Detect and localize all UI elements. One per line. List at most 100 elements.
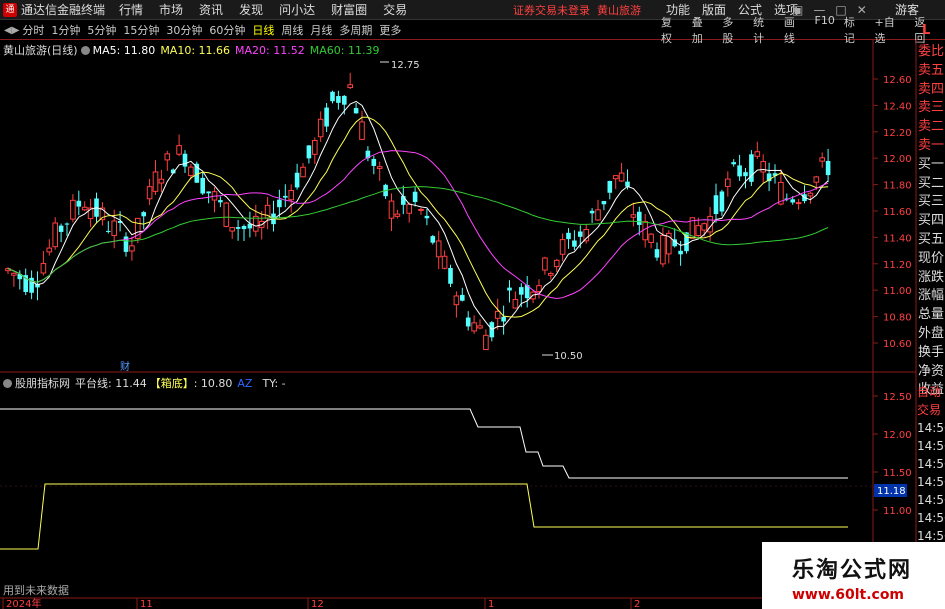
- candle-body-down: [58, 225, 64, 232]
- candle-body-up: [695, 225, 702, 237]
- indicator-value-box: 11.18: [874, 484, 907, 497]
- sidetab-item[interactable]: 涨幅: [917, 287, 945, 306]
- sidetab-item[interactable]: 涨跌: [917, 269, 945, 288]
- future-data-note: 用到未来数据: [3, 584, 69, 597]
- sidetab-item[interactable]: 卖二: [917, 118, 945, 137]
- candle-body-down: [235, 227, 241, 229]
- sidetab-item[interactable]: 卖一: [917, 137, 945, 156]
- candle-body-down: [294, 172, 300, 188]
- candle-body-down: [572, 240, 577, 247]
- candle-body-down: [277, 199, 282, 208]
- candle-body-up: [129, 245, 135, 252]
- sidetab-item[interactable]: 外盘: [917, 325, 945, 344]
- sidetab-item[interactable]: 卖三: [917, 99, 945, 118]
- candle-body-up: [648, 233, 654, 243]
- finance-event-marker[interactable]: 财: [120, 360, 130, 373]
- sidetab-item[interactable]: 总量: [917, 306, 945, 325]
- candle-body-up: [542, 257, 548, 271]
- candle-body-up: [813, 176, 820, 183]
- box-top-line: [0, 408, 848, 479]
- candle-body-up: [418, 208, 424, 211]
- candle-body-down: [76, 200, 82, 207]
- candle-body-down: [448, 267, 453, 284]
- candle-body-down: [306, 145, 312, 159]
- chart-frame: [0, 40, 917, 609]
- candle-body-down: [106, 230, 111, 232]
- date-label: 2024年: [6, 597, 41, 609]
- candle-body-down: [737, 165, 742, 177]
- low-price-label: 10.50: [554, 351, 583, 362]
- y-tick-label: 11.60: [883, 207, 912, 218]
- candle-body-up: [152, 171, 159, 192]
- watermark-url: www.60lt.com: [792, 587, 905, 603]
- sidetab-item[interactable]: 买三: [917, 193, 945, 212]
- quote-side-panel: 委比 卖五 卖四 卖三 卖二 卖一 买一 买二 买三 买四 买五 现价 涨跌 涨幅 总量 外盘 换手 净资 收益: [917, 43, 945, 400]
- date-label: 11: [140, 599, 153, 609]
- candle-body-down: [678, 250, 683, 255]
- ma5-line: [7, 100, 829, 331]
- kline-chart-canvas[interactable]: 12.60 12.40 12.20 12.00 11.80 11.60 11.40 11.20…: [0, 0, 945, 609]
- candle-body-up: [483, 334, 489, 350]
- candle-body-down: [790, 199, 795, 203]
- candle-body-down: [64, 223, 70, 225]
- y-tick-label: 11.00: [883, 506, 912, 517]
- sidetab-item[interactable]: 买四: [917, 212, 945, 231]
- candle-body-up: [630, 214, 637, 218]
- trade-tick-item: 14:56: [917, 475, 945, 489]
- trade-tick-item: 14:56: [917, 457, 945, 471]
- candle-body-up: [583, 229, 590, 242]
- candle-body-down: [342, 95, 347, 105]
- y-tick-label: 12.60: [883, 75, 912, 86]
- candle-body-up: [376, 166, 383, 169]
- sidetab-item[interactable]: 买五: [917, 231, 945, 250]
- candle-body-down: [460, 294, 465, 301]
- ma-lines: [7, 100, 829, 331]
- candle-body-up: [388, 200, 395, 219]
- candle-body-up: [559, 239, 566, 255]
- candle-body-up: [188, 166, 194, 177]
- sidetab-item[interactable]: 卖四: [917, 81, 945, 100]
- candle-body-up: [146, 186, 153, 200]
- candle-body-down: [336, 96, 341, 103]
- candle-body-down: [719, 191, 725, 212]
- candle-body-up: [46, 247, 53, 253]
- candle-body-down: [731, 162, 736, 165]
- sidetab-item[interactable]: 换手: [917, 344, 945, 363]
- candle-body-down: [607, 181, 613, 193]
- candle-body-up: [618, 172, 625, 182]
- candle-body-up: [441, 255, 448, 269]
- high-price-label: 12.75: [391, 60, 420, 71]
- main-y-axis: 12.60 12.40 12.20 12.00 11.80 11.60 11.40 11.20…: [873, 75, 912, 350]
- candle-body-up: [317, 118, 324, 138]
- candle-body-down: [241, 226, 247, 230]
- sidetab-item[interactable]: 买二: [917, 175, 945, 194]
- y-tick-label: 12.20: [883, 128, 912, 139]
- candle-body-up: [754, 151, 761, 157]
- candle-body-down: [507, 287, 512, 291]
- candle-body-down: [324, 107, 329, 127]
- date-label: 12: [311, 599, 324, 609]
- candle-body-down: [182, 153, 188, 167]
- candle-body-up: [347, 84, 353, 89]
- candle-body-up: [81, 206, 88, 211]
- candle-body-up: [595, 209, 601, 221]
- candle-body-down: [654, 249, 660, 258]
- candle-body-up: [453, 295, 460, 306]
- candle-body-down: [141, 212, 146, 217]
- candle-body-up: [660, 235, 666, 265]
- candle-body-down: [743, 172, 748, 177]
- trade-tick-item: 14:56: [917, 511, 945, 525]
- candle-body-up: [312, 140, 318, 155]
- sidetab-item[interactable]: 委比: [917, 43, 945, 62]
- sidetab-item[interactable]: 现价: [917, 250, 945, 269]
- sidetab-item[interactable]: 卖五: [917, 62, 945, 81]
- y-tick-label: 12.50: [883, 392, 912, 403]
- y-tick-label: 11.40: [883, 233, 912, 244]
- candle-body-up: [435, 240, 442, 258]
- y-tick-label: 11.80: [883, 181, 912, 192]
- candle-body-up: [512, 299, 519, 309]
- trade-tick-item: 14:56: [917, 439, 945, 453]
- trade-tick-item: 14:56: [917, 493, 945, 507]
- sidetab-item[interactable]: 买一: [917, 156, 945, 175]
- sidetab-item[interactable]: 净资: [917, 363, 945, 382]
